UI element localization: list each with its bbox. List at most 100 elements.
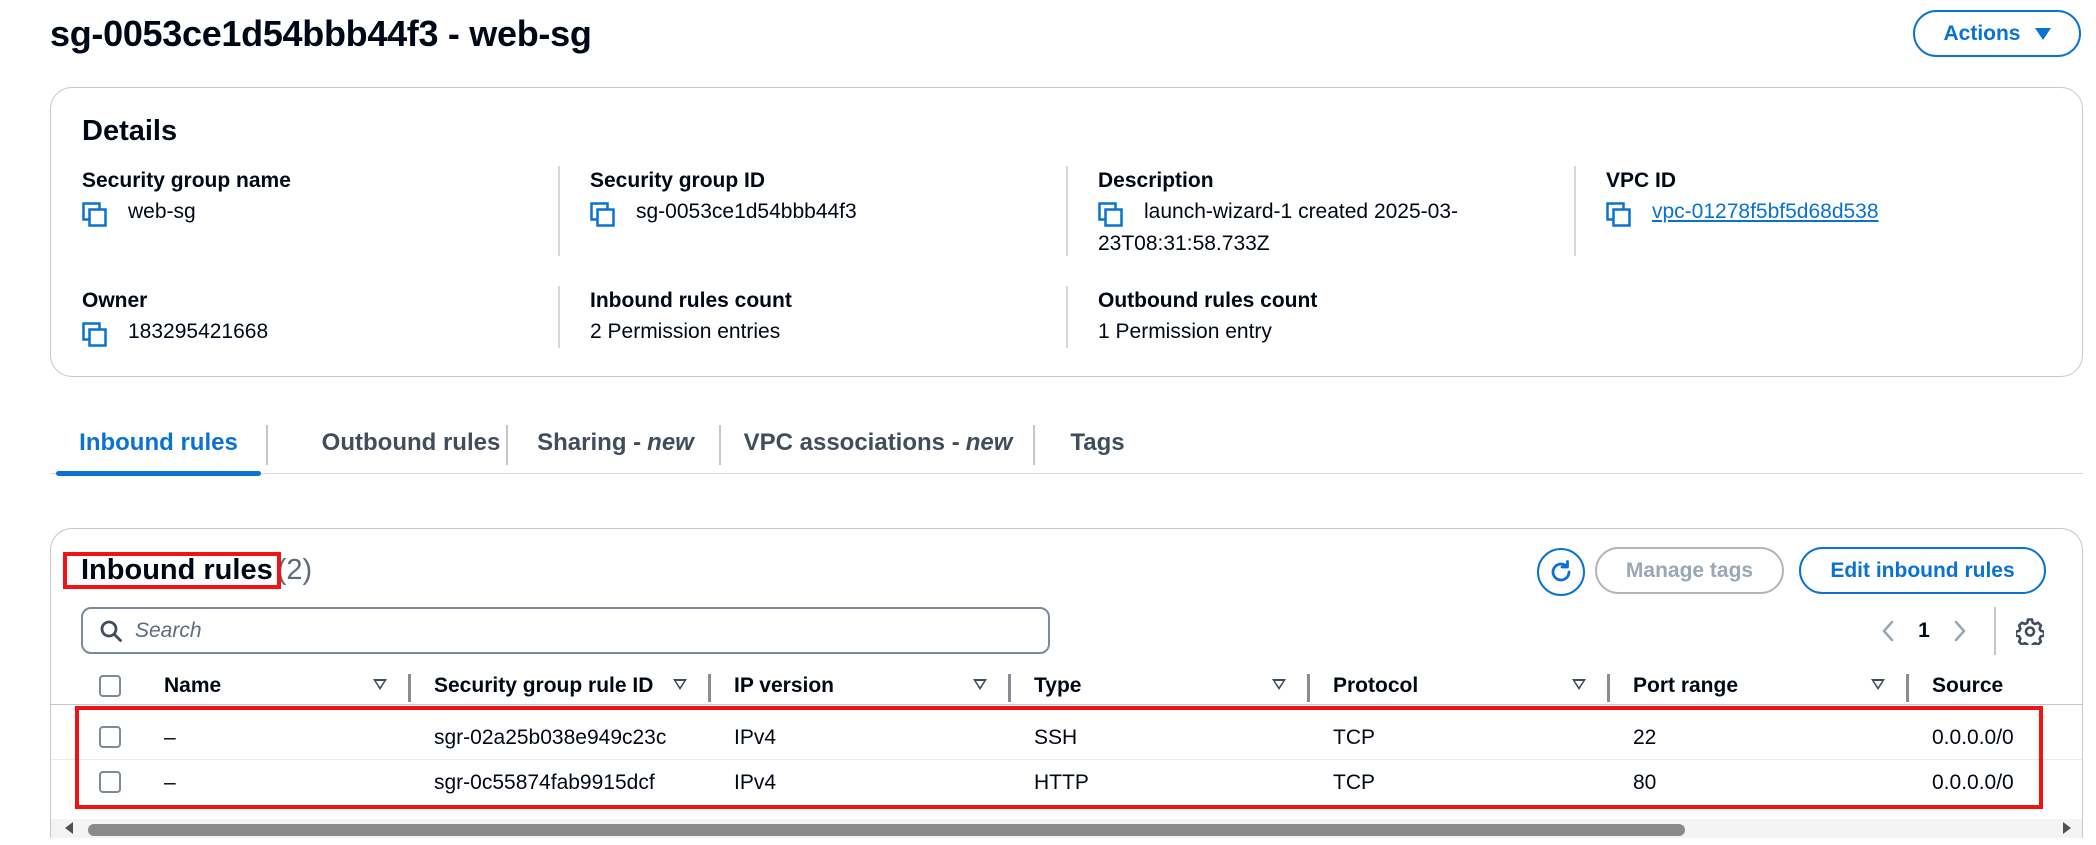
sg-name-field: Security group name web-sg	[82, 167, 552, 227]
divider	[1066, 166, 1068, 256]
search-field[interactable]	[81, 607, 1050, 654]
select-all-checkbox[interactable]	[99, 675, 121, 697]
column-resizer[interactable]	[1906, 674, 1909, 702]
divider	[558, 166, 560, 256]
refresh-button[interactable]	[1537, 548, 1585, 596]
column-header-protocol[interactable]: Protocol	[1333, 667, 1418, 705]
scroll-right-icon[interactable]	[2063, 822, 2071, 834]
column-resizer[interactable]	[1607, 674, 1610, 702]
sg-id-label: Security group ID	[590, 169, 766, 192]
pagination: 1	[1868, 609, 1980, 653]
chevron-left-icon[interactable]	[1868, 609, 1908, 653]
sg-name-value: web-sg	[128, 200, 196, 223]
search-input[interactable]	[135, 618, 1035, 643]
tab-sharing[interactable]: Sharing - new	[509, 411, 722, 474]
owner-label: Owner	[82, 289, 148, 312]
vpc-id-field: VPC ID vpc-01278f5bf5d68d538	[1606, 167, 2076, 227]
vpc-id-label: VPC ID	[1606, 169, 1677, 192]
outbound-count-value: 1 Permission entry	[1098, 320, 1272, 343]
column-header-type[interactable]: Type	[1034, 667, 1081, 705]
description-value-line2: 23T08:31:58.733Z	[1098, 232, 1270, 255]
sort-down-icon[interactable]	[673, 679, 687, 690]
column-header-ip-version[interactable]: IP version	[734, 667, 834, 705]
rules-title: Inbound rules	[81, 554, 273, 586]
cell-source: 0.0.0.0/0	[1932, 725, 2014, 749]
pager-divider	[1994, 607, 1996, 655]
sg-name-label: Security group name	[82, 169, 291, 192]
cell-name: –	[164, 770, 176, 794]
owner-field: Owner 183295421668	[82, 287, 552, 347]
sort-down-icon[interactable]	[1871, 679, 1885, 690]
column-resizer[interactable]	[408, 674, 411, 702]
cell-port-range: 80	[1633, 770, 1657, 794]
actions-button[interactable]: Actions	[1913, 10, 2081, 57]
table-row[interactable]: – sgr-02a25b038e949c23c IPv4 SSH TCP 22 …	[51, 715, 2082, 760]
details-title: Details	[82, 115, 178, 147]
refresh-icon	[1551, 560, 1571, 582]
chevron-down-icon	[2034, 27, 2051, 40]
tab-divider	[1033, 425, 1035, 465]
actions-label: Actions	[1943, 21, 2021, 45]
cell-source: 0.0.0.0/0	[1932, 770, 2014, 794]
search-icon	[100, 620, 122, 642]
page-number[interactable]: 1	[1908, 619, 1940, 643]
settings-gear-icon[interactable]	[2011, 612, 2049, 650]
copy-icon[interactable]	[590, 197, 624, 227]
page-title: sg-0053ce1d54bbb44f3 - web-sg	[50, 13, 592, 54]
scrollbar-thumb[interactable]	[88, 824, 1685, 836]
manage-tags-button[interactable]: Manage tags	[1595, 547, 1784, 594]
cell-type: SSH	[1034, 725, 1078, 749]
copy-icon[interactable]	[82, 197, 116, 227]
chevron-right-icon[interactable]	[1940, 609, 1980, 653]
table-header: Name Security group rule ID IP version T…	[51, 667, 2082, 705]
scroll-left-icon[interactable]	[65, 822, 73, 834]
column-header-source[interactable]: Source	[1932, 667, 2003, 705]
sort-down-icon[interactable]	[373, 679, 387, 690]
tab-divider	[719, 425, 721, 465]
outbound-count-label: Outbound rules count	[1098, 289, 1318, 312]
rules-count: (2)	[276, 554, 313, 586]
copy-icon[interactable]	[82, 317, 116, 347]
copy-icon[interactable]	[1098, 197, 1132, 227]
sort-down-icon[interactable]	[973, 679, 987, 690]
table-row[interactable]: – sgr-0c55874fab9915dcf IPv4 HTTP TCP 80…	[51, 760, 2082, 805]
tab-inbound-rules[interactable]: Inbound rules	[53, 411, 264, 476]
cell-rule-id: sgr-0c55874fab9915dcf	[434, 770, 655, 794]
tab-vpc-associations[interactable]: VPC associations - new	[722, 411, 1034, 474]
description-value-line1: launch-wizard-1 created 2025-03-	[1144, 200, 1459, 223]
divider	[1066, 286, 1068, 348]
vpc-id-link[interactable]: vpc-01278f5bf5d68d538	[1652, 197, 1879, 227]
cell-protocol: TCP	[1333, 725, 1375, 749]
cell-type: HTTP	[1034, 770, 1089, 794]
divider	[558, 286, 560, 348]
inbound-count-label: Inbound rules count	[590, 289, 792, 312]
cell-name: –	[164, 725, 176, 749]
column-header-name[interactable]: Name	[164, 667, 221, 705]
inbound-count-field: Inbound rules count 2 Permission entries	[590, 287, 1060, 347]
outbound-count-field: Outbound rules count 1 Permission entry	[1098, 287, 1568, 347]
inbound-rules-panel: Inbound rules (2) Manage tags Edit inboun…	[50, 528, 2083, 838]
sort-down-icon[interactable]	[1272, 679, 1286, 690]
sort-down-icon[interactable]	[1572, 679, 1586, 690]
column-resizer[interactable]	[1008, 674, 1011, 702]
description-label: Description	[1098, 169, 1214, 192]
owner-value: 183295421668	[128, 320, 269, 343]
copy-icon[interactable]	[1606, 197, 1640, 227]
edit-inbound-rules-button[interactable]: Edit inbound rules	[1799, 547, 2046, 594]
description-field: Description launch-wizard-1 created 2025…	[1098, 167, 1568, 259]
cell-ip-version: IPv4	[734, 770, 777, 794]
divider	[1574, 166, 1576, 256]
inbound-count-value: 2 Permission entries	[590, 320, 781, 343]
cell-port-range: 22	[1633, 725, 1657, 749]
column-resizer[interactable]	[708, 674, 711, 702]
column-header-rule-id[interactable]: Security group rule ID	[434, 667, 653, 705]
tab-tags[interactable]: Tags	[1040, 411, 1155, 474]
details-panel: Details Security group name web-sg Secur…	[50, 87, 2083, 377]
sg-id-field: Security group ID sg-0053ce1d54bbb44f3	[590, 167, 1060, 227]
row-checkbox[interactable]	[99, 726, 121, 748]
column-resizer[interactable]	[1307, 674, 1310, 702]
column-header-port-range[interactable]: Port range	[1633, 667, 1738, 705]
row-checkbox[interactable]	[99, 771, 121, 793]
rules-heading: Inbound rules (2)	[81, 552, 312, 588]
sg-id-value: sg-0053ce1d54bbb44f3	[636, 200, 857, 223]
